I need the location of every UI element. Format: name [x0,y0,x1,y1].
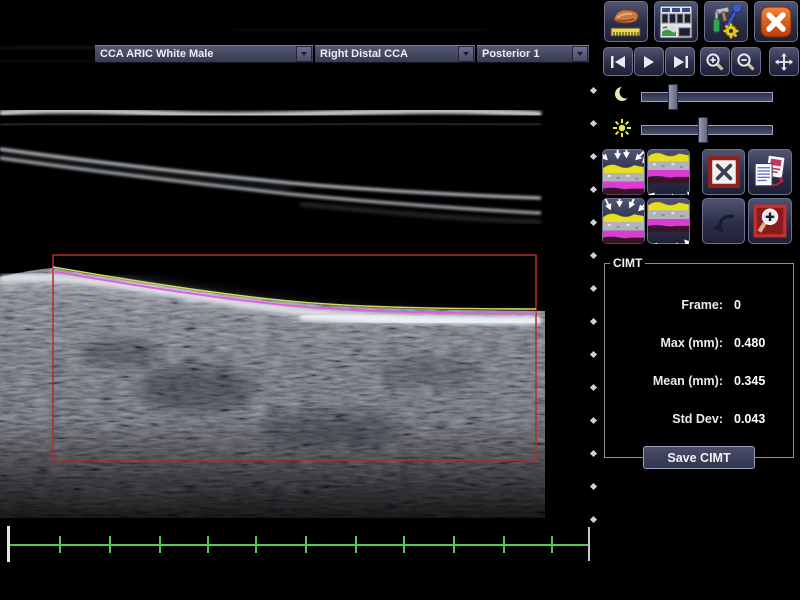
detect-near-boundary-button[interactable] [602,149,645,195]
zoom-in-button[interactable] [700,47,730,76]
max-row: Max (mm): 0.480 [605,334,793,352]
ruler-tick [159,536,161,553]
first-frame-icon [611,56,626,68]
contrast-slider-thumb[interactable] [668,84,678,110]
pan-button[interactable] [769,47,799,76]
panel-marker-diamond [590,450,597,457]
ruler-tick [403,536,405,553]
detect-near-boundary-icon [603,150,644,195]
ruler-tick [59,536,61,553]
stddev-value: 0.043 [734,412,765,426]
panel-marker-diamond [590,483,597,490]
angle-dropdown-value: Posterior 1 [477,48,572,60]
ruler-tick [109,536,111,553]
frame-label: Frame: [605,298,723,312]
mean-label: Mean (mm): [605,374,723,388]
panel-marker-diamond [590,120,597,127]
ruler-tick [503,536,505,553]
cimt-panel-title: CIMT [610,256,645,270]
settings-tools-icon [709,5,743,39]
contrast-slider-track[interactable] [641,92,773,102]
preset-dropdown-value: CCA ARIC White Male [95,48,296,60]
clear-measurement-button[interactable] [702,149,745,195]
first-frame-button[interactable] [603,47,633,76]
moon-icon [612,84,632,104]
detect-far-boundary-icon [648,150,689,195]
cimt-application-window: CCA ARIC White Male Right Distal CCA Pos… [0,0,800,600]
stddev-row: Std Dev: 0.043 [605,410,793,428]
sun-icon [611,117,633,139]
panel-marker-diamond [590,186,597,193]
copy-to-report-button[interactable] [748,149,792,195]
max-label: Max (mm): [605,336,723,350]
mean-value: 0.345 [734,374,765,388]
ruler-tick [207,536,209,553]
clear-measurement-icon [708,156,740,188]
mean-row: Mean (mm): 0.345 [605,372,793,390]
close-icon [760,6,792,38]
chevron-down-icon[interactable] [458,46,474,62]
stddev-label: Std Dev: [605,412,723,426]
zoom-out-icon [736,52,756,72]
frame-value: 0 [734,298,741,312]
zoom-out-button[interactable] [731,47,761,76]
frame-row: Frame: 0 [605,296,793,314]
zoom-in-icon [705,52,725,72]
ruler-line [8,544,589,546]
play-icon [643,56,655,68]
max-value: 0.480 [734,336,765,350]
save-cimt-button[interactable]: Save CIMT [643,446,755,469]
ruler-start-tick [7,526,10,562]
magnify-roi-icon [752,203,788,239]
cimt-measure-tool-button[interactable] [604,1,648,42]
snap-near-boundary-icon [603,199,644,244]
panel-marker-diamond [590,285,597,292]
snap-far-boundary-icon [648,199,689,244]
settings-tools-button[interactable] [704,1,748,42]
undo-icon [708,205,740,237]
undo-button[interactable] [702,198,745,244]
close-button[interactable] [754,1,798,42]
snap-near-boundary-button[interactable] [602,198,645,244]
angle-dropdown[interactable]: Posterior 1 [477,45,589,63]
snap-far-boundary-button[interactable] [647,198,690,244]
segment-dropdown[interactable]: Right Distal CCA [315,45,475,63]
preset-dropdown[interactable]: CCA ARIC White Male [95,45,313,63]
panel-marker-diamond [590,87,597,94]
gear-icon [724,23,739,38]
chevron-down-icon[interactable] [296,46,312,62]
detect-far-boundary-button[interactable] [647,149,690,195]
copy-to-report-icon [752,154,788,190]
cimt-panel: CIMT Frame: 0 Max (mm): 0.480 Mean (mm): 0.… [604,256,794,458]
ruler-tick [255,536,257,553]
ruler-tick [305,536,307,553]
panel-marker-diamond [590,516,597,523]
segment-dropdown-value: Right Distal CCA [315,48,458,60]
ultrasound-image[interactable] [0,0,545,520]
pan-icon [773,51,795,73]
ruler-tick [551,536,553,553]
ruler-tick [355,536,357,553]
play-button[interactable] [634,47,664,76]
report-review-icon [659,5,693,39]
panel-marker-diamond [590,219,597,226]
last-frame-button[interactable] [665,47,695,76]
chevron-down-icon[interactable] [572,46,588,62]
panel-marker-diamond [590,318,597,325]
ruler-tick [453,536,455,553]
ruler-end-tick [588,527,590,561]
magnify-roi-button[interactable] [748,198,792,244]
last-frame-icon [673,56,688,68]
panel-marker-diamond [590,153,597,160]
brightness-slider-thumb[interactable] [698,117,708,143]
panel-marker-diamond [590,351,597,358]
report-review-button[interactable] [654,1,698,42]
panel-marker-diamond [590,384,597,391]
cimt-measure-icon [608,5,644,39]
panel-marker-diamond [590,252,597,259]
panel-marker-diamond [590,417,597,424]
